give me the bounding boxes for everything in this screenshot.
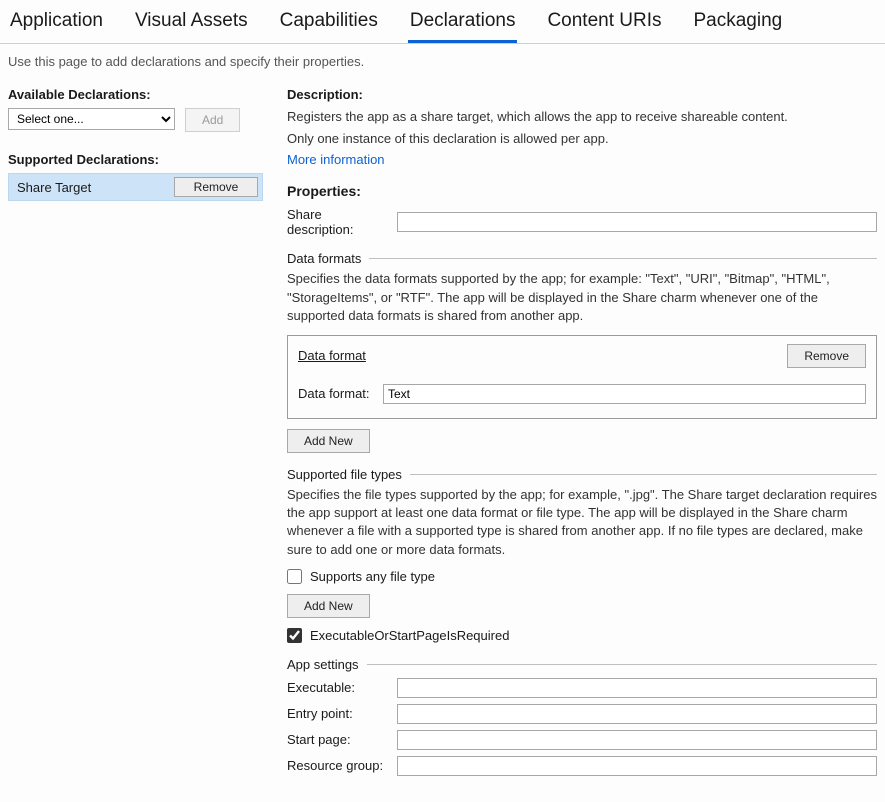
tab-content-uris[interactable]: Content URIs — [545, 4, 663, 43]
supported-file-types-help: Specifies the file types supported by th… — [287, 486, 877, 559]
data-formats-divider: Data formats — [287, 251, 877, 266]
tab-declarations[interactable]: Declarations — [408, 4, 518, 43]
entry-point-input[interactable] — [397, 704, 877, 724]
executable-input[interactable] — [397, 678, 877, 698]
tab-application[interactable]: Application — [8, 4, 105, 43]
remove-declaration-button[interactable]: Remove — [174, 177, 258, 197]
data-formats-help: Specifies the data formats supported by … — [287, 270, 877, 325]
executable-label: Executable: — [287, 680, 397, 695]
executable-required-checkbox[interactable] — [287, 628, 302, 643]
tab-visual-assets[interactable]: Visual Assets — [133, 4, 250, 43]
executable-required-label: ExecutableOrStartPageIsRequired — [310, 628, 509, 643]
tab-packaging[interactable]: Packaging — [692, 4, 785, 43]
app-settings-heading: App settings — [287, 657, 359, 672]
data-format-remove-button[interactable]: Remove — [787, 344, 866, 368]
data-format-field-label: Data format: — [298, 386, 383, 401]
properties-heading: Properties: — [287, 183, 877, 199]
data-format-box-title[interactable]: Data format — [298, 348, 366, 363]
data-format-box: Data format Remove Data format: — [287, 335, 877, 419]
add-file-type-button[interactable]: Add New — [287, 594, 370, 618]
supports-any-file-type-checkbox[interactable] — [287, 569, 302, 584]
share-description-input[interactable] — [397, 212, 877, 232]
description-line-1: Registers the app as a share target, whi… — [287, 108, 877, 126]
resource-group-input[interactable] — [397, 756, 877, 776]
add-data-format-button[interactable]: Add New — [287, 429, 370, 453]
supported-file-types-divider: Supported file types — [287, 467, 877, 482]
description-heading: Description: — [287, 87, 877, 102]
available-declarations-dropdown[interactable]: Select one... — [8, 108, 175, 130]
data-format-input[interactable] — [383, 384, 866, 404]
supported-file-types-heading: Supported file types — [287, 467, 402, 482]
share-description-label: Share description: — [287, 207, 397, 237]
more-information-link[interactable]: More information — [287, 152, 385, 167]
start-page-input[interactable] — [397, 730, 877, 750]
tab-bar: Application Visual Assets Capabilities D… — [0, 0, 885, 44]
supported-declarations-label: Supported Declarations: — [8, 152, 263, 167]
resource-group-label: Resource group: — [287, 758, 397, 773]
entry-point-label: Entry point: — [287, 706, 397, 721]
available-declarations-label: Available Declarations: — [8, 87, 263, 102]
start-page-label: Start page: — [287, 732, 397, 747]
supported-declaration-name: Share Target — [17, 180, 91, 195]
tab-capabilities[interactable]: Capabilities — [278, 4, 380, 43]
supported-declaration-item[interactable]: Share Target Remove — [8, 173, 263, 201]
supports-any-file-type-label: Supports any file type — [310, 569, 435, 584]
add-declaration-button[interactable]: Add — [185, 108, 240, 132]
app-settings-divider: App settings — [287, 657, 877, 672]
data-formats-heading: Data formats — [287, 251, 361, 266]
description-line-2: Only one instance of this declaration is… — [287, 130, 877, 148]
page-intro: Use this page to add declarations and sp… — [8, 54, 877, 69]
